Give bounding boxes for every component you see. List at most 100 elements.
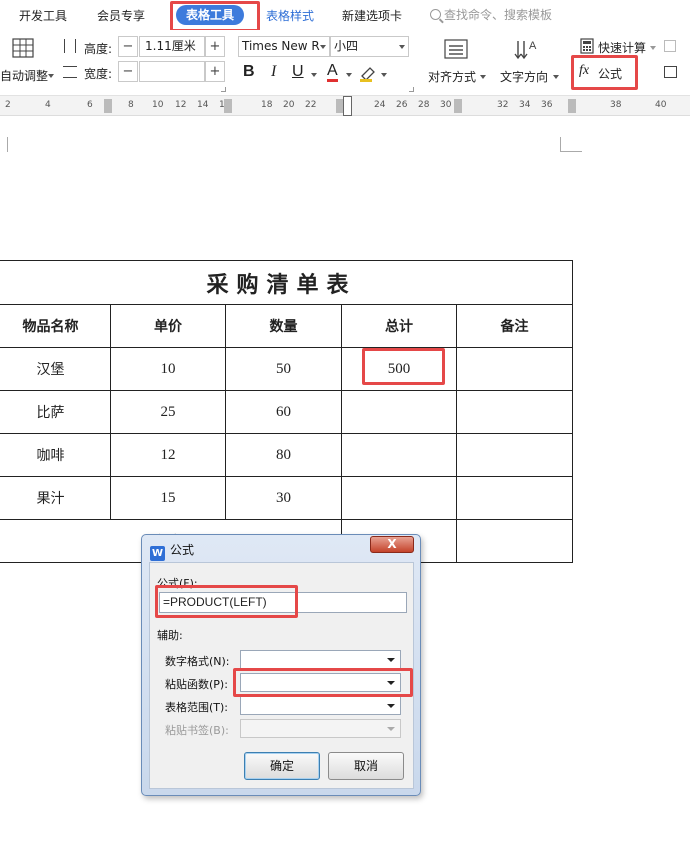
search-placeholder: 查找命令、搜索模板 — [444, 8, 553, 22]
table-cell[interactable]: 15 — [110, 476, 226, 520]
auto-adjust-button[interactable]: 自动调整 — [0, 36, 56, 90]
svg-text:A: A — [529, 40, 537, 52]
table-cell[interactable]: 30 — [225, 476, 342, 520]
align-button[interactable]: 对齐方式 — [425, 36, 487, 90]
formula-input[interactable]: =PRODUCT(LEFT) — [159, 592, 407, 613]
height-increase-button[interactable]: + — [205, 36, 225, 57]
header-quantity[interactable]: 数量 — [225, 304, 342, 348]
table-range-select[interactable] — [240, 696, 401, 715]
table-header-row: 物品名称 单价 数量 总计 备注 — [0, 304, 573, 348]
width-decrease-button[interactable]: − — [118, 61, 138, 82]
ruler-column-marker[interactable] — [568, 99, 576, 113]
dialog-title-bar[interactable]: W 公式 — [150, 541, 194, 561]
chevron-down-icon — [320, 45, 326, 49]
header-unit-price[interactable]: 单价 — [110, 304, 226, 348]
purchase-table[interactable]: 采购清单表 物品名称 单价 数量 总计 备注 汉堡 10 50 500 比萨 2… — [0, 260, 573, 563]
ruler-number: 38 — [610, 100, 622, 110]
ruler-number: 18 — [261, 100, 273, 110]
underline-button[interactable]: U — [292, 63, 304, 81]
ruler-column-marker[interactable] — [454, 99, 462, 113]
group-launcher-icon[interactable] — [221, 87, 226, 92]
horizontal-ruler[interactable]: 2 4 6 8 10 12 14 16 18 20 22 24 26 28 30… — [0, 96, 690, 116]
font-name-select[interactable]: Times New R — [238, 36, 330, 57]
tab-table-tools[interactable]: 表格工具 — [176, 5, 245, 25]
width-input[interactable] — [139, 61, 205, 82]
search-icon — [430, 9, 441, 20]
tab-member[interactable]: 会员专享 — [97, 7, 145, 24]
quick-calc-label: 快速计算 — [598, 41, 647, 55]
formula-label: 公式 — [598, 67, 623, 81]
table-cell[interactable]: 60 — [225, 390, 342, 434]
group-launcher-icon[interactable] — [409, 87, 414, 92]
header-total[interactable]: 总计 — [341, 304, 457, 348]
chevron-down-icon — [346, 73, 352, 77]
height-input[interactable]: 1.11厘米 — [139, 36, 205, 57]
text-direction-button[interactable]: A 文字方向 — [496, 36, 560, 90]
number-format-select[interactable] — [240, 650, 401, 669]
tab-table-style[interactable]: 表格样式 — [266, 7, 314, 24]
italic-button[interactable]: I — [271, 63, 276, 81]
merge-icon[interactable] — [664, 66, 677, 78]
ruler-number: 24 — [374, 100, 386, 110]
formula-button[interactable]: fx 公式 — [576, 61, 634, 83]
table-cell[interactable]: 80 — [225, 433, 342, 477]
width-increase-button[interactable]: + — [205, 61, 225, 82]
tab-developer-tools[interactable]: 开发工具 — [19, 7, 67, 24]
ruler-number: 6 — [87, 100, 93, 110]
table-cell[interactable]: 汉堡 — [0, 347, 111, 391]
ok-button[interactable]: 确定 — [244, 752, 320, 780]
ruler-number: 26 — [396, 100, 408, 110]
ruler-column-marker[interactable] — [224, 99, 232, 113]
ribbon-toolbar: 自动调整 高度: − 1.11厘米 + 宽度: − + Times New R … — [0, 30, 690, 96]
ruler-column-marker[interactable] — [104, 99, 112, 113]
table-cell[interactable] — [341, 390, 457, 434]
table-row: 咖啡 12 80 — [0, 433, 573, 477]
auto-adjust-label: 自动调整 — [0, 69, 49, 83]
font-size-select[interactable]: 小四 — [330, 36, 409, 57]
table-title-row: 采购清单表 — [0, 260, 573, 305]
bold-button[interactable]: B — [243, 63, 255, 81]
ruler-number: 28 — [418, 100, 430, 110]
ruler-number: 4 — [45, 100, 51, 110]
chevron-down-icon — [399, 45, 405, 49]
table-cell[interactable]: 咖啡 — [0, 433, 111, 477]
height-label: 高度: — [84, 42, 113, 56]
paste-function-select[interactable] — [240, 673, 401, 692]
height-decrease-button[interactable]: − — [118, 36, 138, 57]
command-search[interactable]: 查找命令、搜索模板 — [430, 6, 552, 23]
table-cell[interactable] — [341, 476, 457, 520]
quick-calc-button[interactable]: 快速计算 — [578, 36, 658, 56]
table-cell[interactable]: 12 — [110, 433, 226, 477]
ruler-indent-marker[interactable] — [343, 96, 352, 116]
chevron-down-icon — [480, 75, 486, 79]
table-cell[interactable]: 果汁 — [0, 476, 111, 520]
tab-new[interactable]: 新建选项卡 — [342, 7, 402, 24]
ruler-number: 12 — [175, 100, 187, 110]
header-remarks[interactable]: 备注 — [456, 304, 573, 348]
table-cell-total[interactable]: 500 — [341, 347, 457, 391]
page-corner-mark — [560, 137, 582, 152]
table-cell[interactable] — [456, 476, 573, 520]
column-width-icon — [63, 66, 77, 78]
table-cell[interactable]: 50 — [225, 347, 342, 391]
ruler-number: 32 — [497, 100, 509, 110]
dialog-title: 公式 — [170, 543, 195, 557]
table-cell[interactable]: 10 — [110, 347, 226, 391]
header-item-name[interactable]: 物品名称 — [0, 304, 111, 348]
table-cell[interactable] — [341, 433, 457, 477]
chevron-down-icon — [387, 681, 395, 685]
ruler-number: 36 — [541, 100, 553, 110]
table-cell[interactable] — [456, 390, 573, 434]
table-cell[interactable]: 比萨 — [0, 390, 111, 434]
table-title[interactable]: 采购清单表 — [0, 260, 573, 305]
cancel-button[interactable]: 取消 — [328, 752, 404, 780]
highlighter-icon[interactable] — [358, 64, 378, 82]
chevron-down-icon — [387, 704, 395, 708]
close-button[interactable]: X — [370, 536, 414, 553]
table-row: 果汁 15 30 — [0, 476, 573, 520]
footer-remarks-cell[interactable] — [456, 519, 573, 563]
table-cell[interactable] — [456, 347, 573, 391]
table-cell[interactable]: 25 — [110, 390, 226, 434]
font-color-button[interactable]: A — [327, 63, 338, 82]
table-cell[interactable] — [456, 433, 573, 477]
